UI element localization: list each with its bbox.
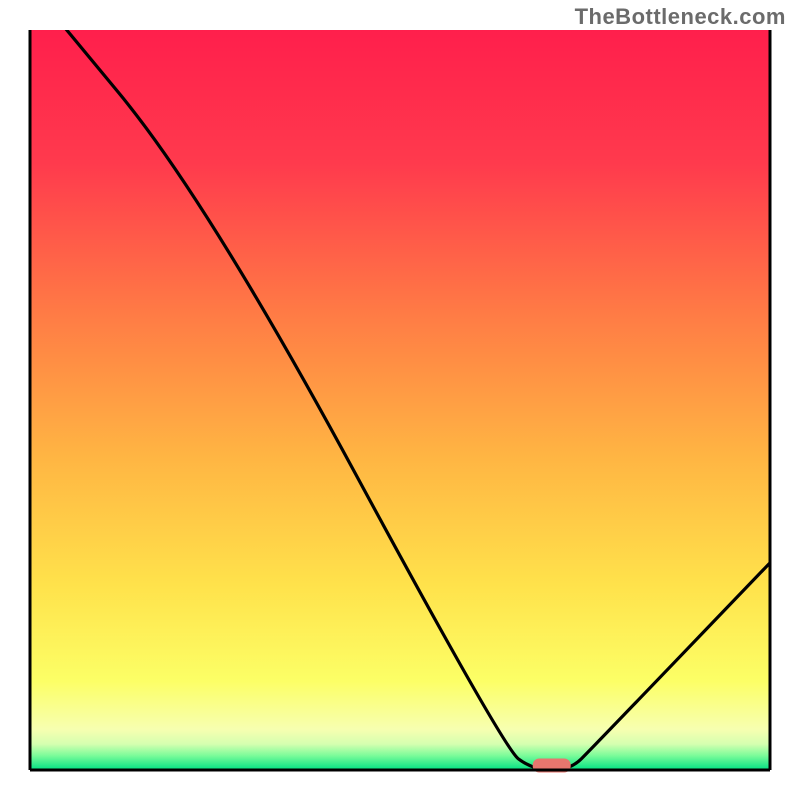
watermark-text: TheBottleneck.com [575,4,786,30]
chart-stage: TheBottleneck.com [0,0,800,800]
gradient-background [30,30,770,770]
bottleneck-chart [0,0,800,800]
